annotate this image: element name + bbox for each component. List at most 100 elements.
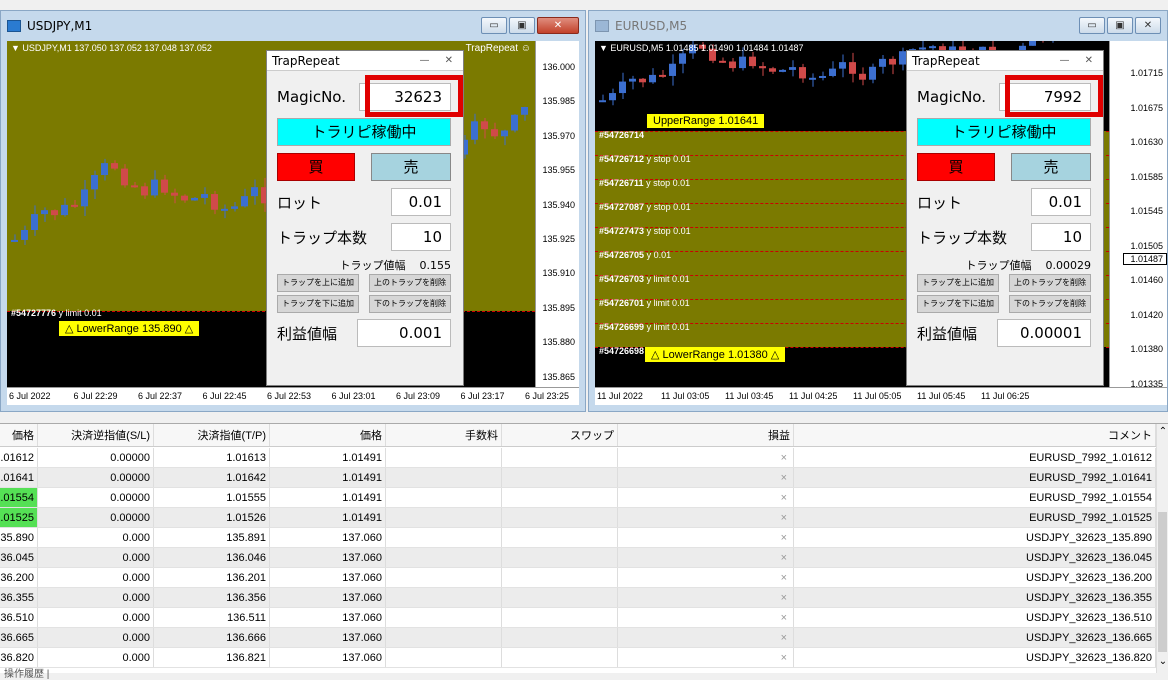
column-header[interactable]: 手数料: [386, 424, 502, 446]
candle-body: [61, 204, 68, 216]
time-tick: 6 Jul 2022: [9, 391, 51, 401]
profit-width-input[interactable]: 0.00001: [997, 319, 1091, 347]
candle-body: [521, 106, 528, 115]
column-header[interactable]: 損益: [618, 424, 794, 446]
candle-body: [669, 63, 676, 76]
close-icon[interactable]: ×: [618, 448, 794, 467]
sell-button[interactable]: 売: [1011, 153, 1091, 181]
candle-body: [879, 58, 886, 67]
price-axis[interactable]: 1.01715 1.01675 1.01630 1.01585 1.01545 1.015…: [1109, 41, 1167, 389]
candle-body: [161, 179, 168, 193]
table-cell: USDJPY_32623_136.355: [794, 588, 1156, 607]
column-header[interactable]: スワップ: [502, 424, 618, 446]
minimize-button[interactable]: ▭: [1079, 17, 1105, 34]
minimize-button[interactable]: ▭: [481, 17, 507, 34]
table-row[interactable]: 136.5100.000136.511137.060 ×USDJPY_32623_…: [0, 608, 1156, 628]
close-icon[interactable]: ×: [618, 568, 794, 587]
column-header[interactable]: 決済逆指値(S/L): [38, 424, 154, 446]
time-axis[interactable]: 6 Jul 2022 6 Jul 22:29 6 Jul 22:37 6 Jul 22…: [7, 387, 579, 405]
maximize-button[interactable]: ▣: [1107, 17, 1133, 34]
close-icon[interactable]: ×: [618, 548, 794, 567]
table-row[interactable]: 136.8200.000136.821137.060×USDJPY_32623_…: [0, 648, 1156, 668]
add-trap-bottom-button[interactable]: トラップを下に追加: [277, 295, 359, 313]
table-row[interactable]: .01641 0.00000 1.01642 1.01491 × EURUSD_7992_…: [0, 468, 1156, 488]
close-icon[interactable]: ×: [618, 588, 794, 607]
panel-titlebar[interactable]: TrapRepeat — ✕: [907, 51, 1103, 71]
table-row[interactable]: .01554 0.00000 1.01555 1.01491 × EURUSD_7992_…: [0, 488, 1156, 508]
table-row[interactable]: 136.6650.000136.666137.060 ×USDJPY_32623_…: [0, 628, 1156, 648]
candle-body: [211, 194, 218, 210]
price-tick: 1.01420: [1130, 309, 1163, 320]
lot-input[interactable]: 0.01: [1031, 188, 1091, 216]
trap-width-label: トラップ値幅: [965, 259, 1032, 272]
table-cell: 0.000: [38, 628, 154, 647]
candle-body: [81, 189, 88, 207]
chart-window-icon: [7, 20, 21, 32]
table-row[interactable]: 136.0450.000136.046137.060 ×USDJPY_32623_…: [0, 548, 1156, 568]
table-cell: [386, 508, 502, 527]
table-row[interactable]: .01612 0.00000 1.01613 1.01491 × EURUSD_7992_…: [0, 448, 1156, 468]
table-row[interactable]: .01525 0.00000 1.01526 1.01491 × EURUSD_7992_…: [0, 508, 1156, 528]
delete-trap-top-button[interactable]: 上のトラップを削除: [369, 274, 451, 292]
lot-input[interactable]: 0.01: [391, 188, 451, 216]
close-icon[interactable]: ×: [618, 528, 794, 547]
close-icon[interactable]: ×: [618, 648, 794, 667]
column-header[interactable]: 価格: [270, 424, 386, 446]
scroll-up-icon[interactable]: ⌃: [1157, 426, 1168, 437]
buy-button[interactable]: 買: [277, 153, 355, 181]
table-cell: [386, 488, 502, 507]
vertical-scrollbar[interactable]: ⌃ ⌄: [1156, 424, 1168, 673]
table-row[interactable]: 135.8900.000135.891137.060 ×USDJPY_32623_…: [0, 528, 1156, 548]
table-cell: [502, 628, 618, 647]
table-cell: 0.000: [38, 588, 154, 607]
maximize-button[interactable]: ▣: [509, 17, 535, 34]
candle-body: [11, 239, 18, 242]
profit-width-input[interactable]: 0.001: [357, 319, 451, 347]
buy-button[interactable]: 買: [917, 153, 995, 181]
delete-trap-bottom-button[interactable]: 下のトラップを削除: [369, 295, 451, 313]
close-icon[interactable]: ×: [618, 628, 794, 647]
scroll-down-icon[interactable]: ⌄: [1157, 656, 1168, 667]
close-icon[interactable]: ×: [618, 508, 794, 527]
history-tab[interactable]: 操作履歴 |: [4, 665, 49, 680]
delete-trap-bottom-button[interactable]: 下のトラップを削除: [1009, 295, 1091, 313]
candle-body: [839, 62, 846, 69]
candle-body: [251, 187, 258, 197]
status-button[interactable]: トラリピ稼働中: [277, 118, 451, 146]
candle-body: [111, 163, 118, 169]
table-cell: 0.000: [38, 528, 154, 547]
time-axis[interactable]: 11 Jul 2022 11 Jul 03:05 11 Jul 03:45 11 Ju…: [595, 387, 1167, 405]
table-row[interactable]: 136.2000.000136.201137.060 ×USDJPY_32623_…: [0, 568, 1156, 588]
column-header[interactable]: コメント: [794, 424, 1156, 446]
add-trap-top-button[interactable]: トラップを上に追加: [277, 274, 359, 292]
candle-body: [719, 60, 726, 63]
panel-window-controls[interactable]: — ✕: [419, 55, 459, 66]
delete-trap-top-button[interactable]: 上のトラップを削除: [1009, 274, 1091, 292]
sell-button[interactable]: 売: [371, 153, 451, 181]
orders-table[interactable]: 価格 決済逆指値(S/L) 決済指値(T/P) 価格 手数料 スワップ 損益 コメント .01…: [0, 423, 1168, 673]
add-trap-bottom-button[interactable]: トラップを下に追加: [917, 295, 999, 313]
panel-titlebar[interactable]: TrapRepeat — ✕: [267, 51, 463, 71]
column-header[interactable]: 価格: [0, 424, 38, 446]
close-icon[interactable]: ×: [618, 608, 794, 627]
table-cell: .01641: [0, 468, 38, 487]
close-button[interactable]: ✕: [1135, 17, 1161, 34]
close-button[interactable]: ✕: [537, 17, 579, 34]
close-icon[interactable]: ×: [618, 468, 794, 487]
table-row[interactable]: 136.3550.000136.356137.060 ×USDJPY_32623_…: [0, 588, 1156, 608]
column-header[interactable]: 決済指値(T/P): [154, 424, 270, 446]
status-button[interactable]: トラリピ稼働中: [917, 118, 1091, 146]
panel-window-controls[interactable]: — ✕: [1059, 55, 1099, 66]
table-cell: 136.356: [154, 588, 270, 607]
scroll-thumb[interactable]: [1158, 512, 1167, 652]
table-cell: 0.00000: [38, 488, 154, 507]
price-axis[interactable]: 136.000 135.985 135.970 135.955 135.940 135.9…: [535, 41, 579, 387]
add-trap-top-button[interactable]: トラップを上に追加: [917, 274, 999, 292]
trap-count-input[interactable]: 10: [1031, 223, 1091, 251]
candle-body: [729, 61, 736, 69]
close-icon[interactable]: ×: [618, 488, 794, 507]
time-tick: 11 Jul 2022: [597, 391, 643, 401]
trap-count-input[interactable]: 10: [391, 223, 451, 251]
price-tick: 135.985: [542, 96, 575, 107]
table-cell: EURUSD_7992_1.01641: [794, 468, 1156, 487]
